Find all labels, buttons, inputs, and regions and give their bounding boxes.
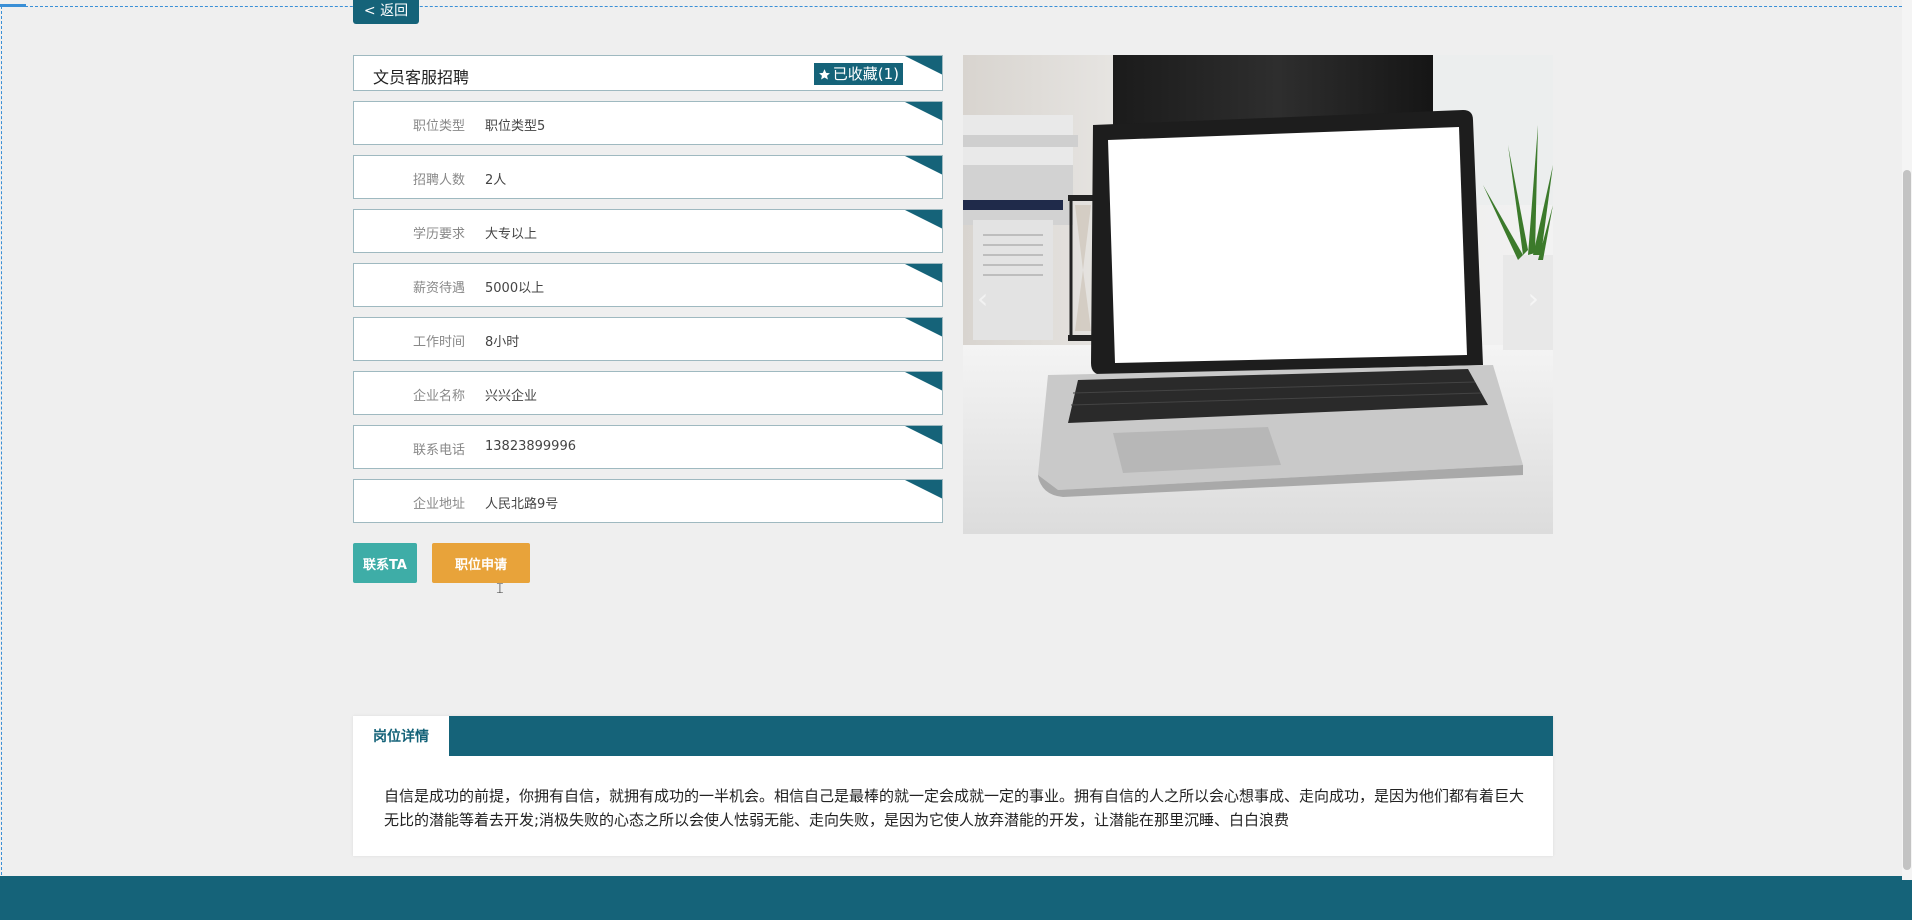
- corner-ribbon-icon: [898, 426, 942, 449]
- field-label: 企业地址: [412, 497, 465, 512]
- job-image-carousel[interactable]: ‹ ›: [963, 55, 1553, 534]
- field-label: 学历要求: [412, 227, 465, 242]
- job-field-row: 联系电话 13823899996: [353, 425, 943, 469]
- job-field-row: 企业地址 人民北路9号: [353, 479, 943, 523]
- text-cursor-icon: 𝙸: [495, 581, 505, 597]
- field-value: 13823899996: [485, 439, 576, 454]
- job-field-row: 招聘人数 2人: [353, 155, 943, 199]
- detail-tab-bar: 岗位详情: [353, 716, 1553, 756]
- job-description: 自信是成功的前提，你拥有自信，就拥有成功的一半机会。相信自己是最棒的就一定会成就…: [384, 787, 1525, 829]
- corner-ribbon-icon: [898, 372, 942, 395]
- field-value: 2人: [485, 173, 507, 188]
- carousel-next-button[interactable]: ›: [1528, 282, 1539, 315]
- laptop-photo: [963, 55, 1553, 534]
- corner-ribbon-icon: [898, 318, 942, 341]
- field-value: 兴兴企业: [485, 389, 538, 404]
- corner-ribbon-icon: [898, 56, 942, 79]
- field-label: 工作时间: [412, 335, 465, 350]
- back-button[interactable]: < 返回: [353, 0, 419, 24]
- job-detail-panel: 岗位详情 自信是成功的前提，你拥有自信，就拥有成功的一半机会。相信自己是最棒的就…: [353, 716, 1553, 856]
- job-field-row: 职位类型 职位类型5: [353, 101, 943, 145]
- carousel-prev-button[interactable]: ‹: [977, 282, 988, 315]
- corner-ribbon-icon: [898, 264, 942, 287]
- editor-frame-corner: [0, 4, 26, 7]
- editor-frame-left: [1, 6, 2, 880]
- field-label: 企业名称: [412, 389, 465, 404]
- favorite-label: 已收藏(1): [832, 65, 899, 83]
- job-field-row: 工作时间 8小时: [353, 317, 943, 361]
- field-value: 职位类型5: [485, 119, 546, 134]
- job-field-row: 薪资待遇 5000以上: [353, 263, 943, 307]
- corner-ribbon-icon: [898, 210, 942, 233]
- field-label: 联系电话: [412, 443, 465, 458]
- favorite-button[interactable]: 已收藏(1): [813, 63, 903, 85]
- job-title: 文员客服招聘: [373, 68, 470, 87]
- field-value: 8小时: [485, 335, 520, 350]
- scrollbar-thumb[interactable]: [1903, 170, 1911, 870]
- page-scrollbar[interactable]: [1902, 0, 1912, 880]
- corner-ribbon-icon: [898, 480, 942, 503]
- field-value: 人民北路9号: [485, 497, 559, 512]
- field-value: 大专以上: [485, 227, 538, 242]
- field-label: 招聘人数: [412, 173, 465, 188]
- contact-button[interactable]: 联系TA: [353, 543, 417, 583]
- job-field-row: 学历要求 大专以上: [353, 209, 943, 253]
- field-label: 薪资待遇: [412, 281, 465, 296]
- apply-button[interactable]: 职位申请: [432, 543, 530, 583]
- field-label: 职位类型: [412, 119, 465, 134]
- editor-frame-top: [0, 6, 1912, 7]
- corner-ribbon-icon: [898, 156, 942, 179]
- footer-bar: [0, 876, 1912, 920]
- tab-job-detail[interactable]: 岗位详情: [353, 716, 449, 756]
- corner-ribbon-icon: [898, 102, 942, 125]
- job-title-bar: 文员客服招聘 已收藏(1): [353, 55, 943, 91]
- job-field-row: 企业名称 兴兴企业: [353, 371, 943, 415]
- field-value: 5000以上: [485, 281, 545, 296]
- star-icon: [818, 68, 830, 79]
